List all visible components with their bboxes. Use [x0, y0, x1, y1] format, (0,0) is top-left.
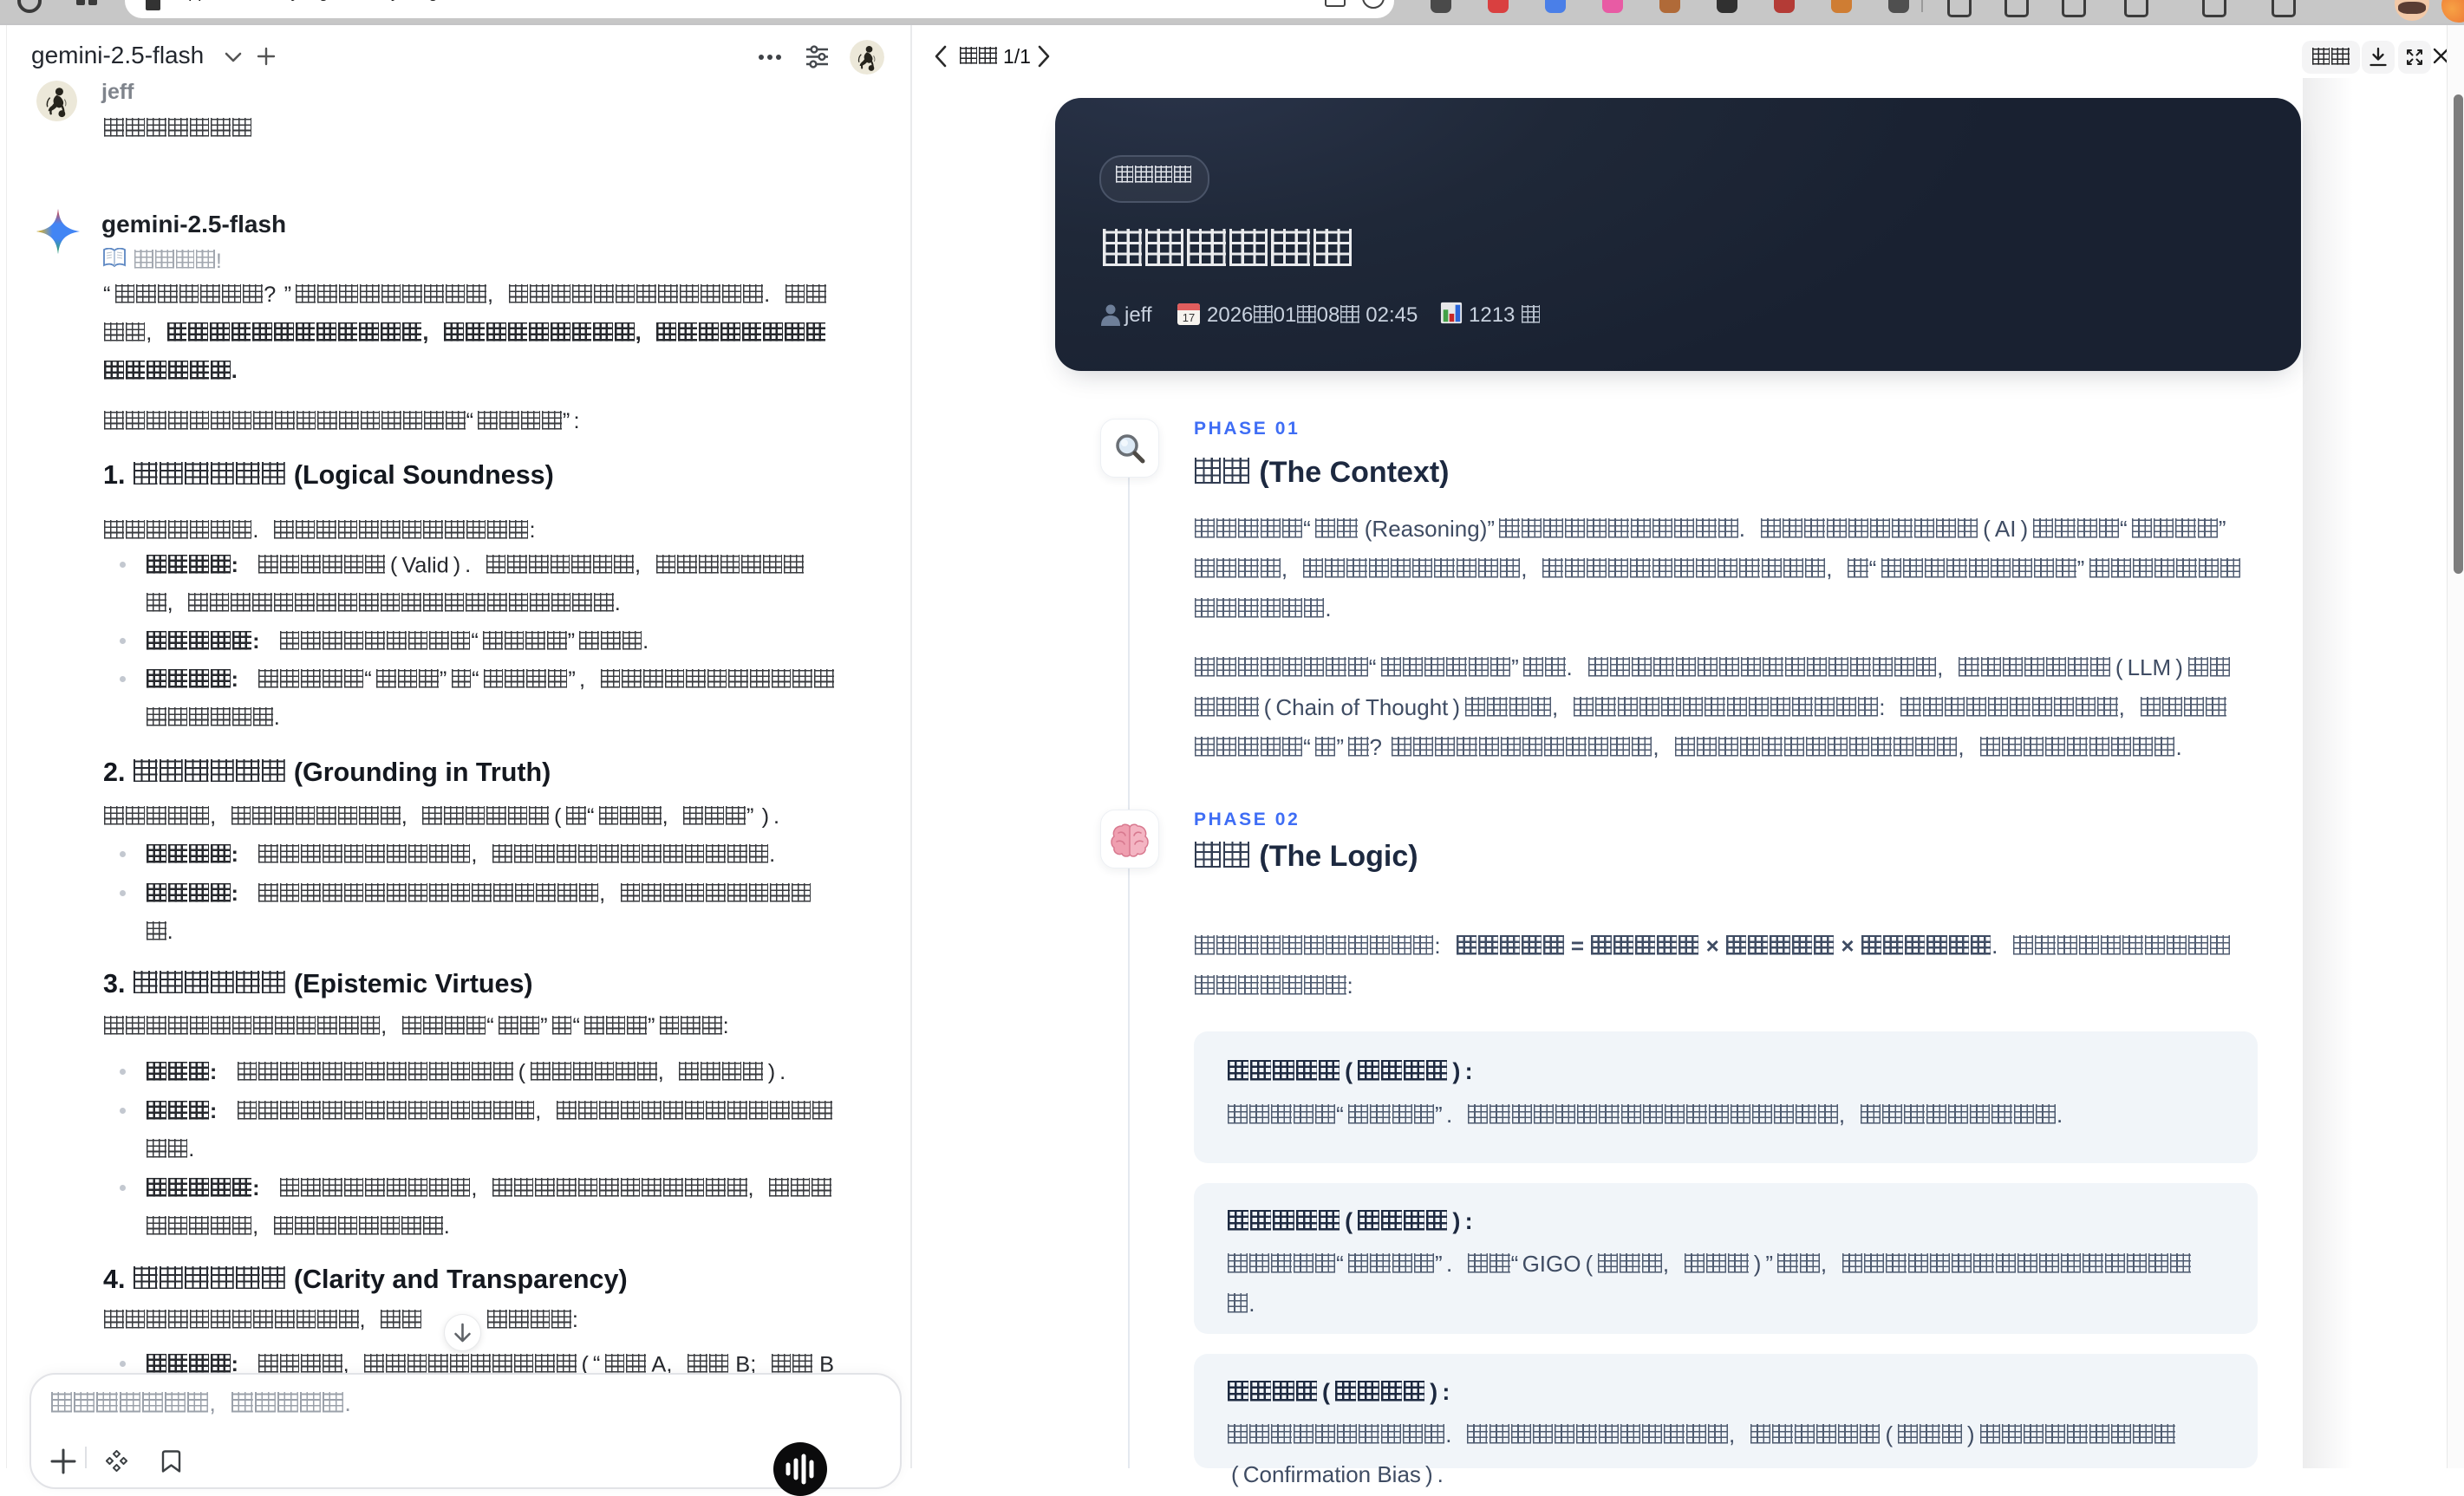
svg-text:17: 17: [1183, 311, 1195, 324]
